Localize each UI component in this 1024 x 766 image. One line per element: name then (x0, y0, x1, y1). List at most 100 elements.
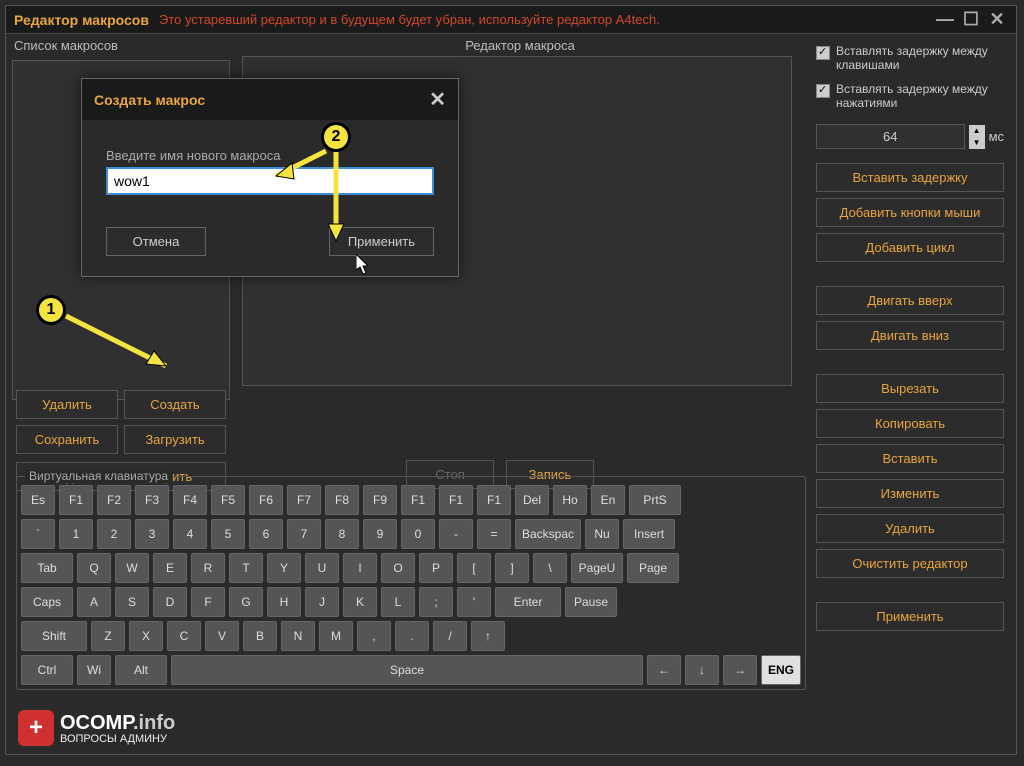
load-button[interactable]: Загрузить (124, 425, 226, 454)
key-f4[interactable]: F4 (173, 485, 207, 515)
save-button[interactable]: Сохранить (16, 425, 118, 454)
move-down-button[interactable]: Двигать вниз (816, 321, 1004, 350)
key-n[interactable]: N (281, 621, 315, 651)
edit-button[interactable]: Изменить (816, 479, 1004, 508)
key-d[interactable]: D (153, 587, 187, 617)
key-prts[interactable]: PrtS (629, 485, 681, 515)
key-r[interactable]: R (191, 553, 225, 583)
key-\[interactable]: \ (533, 553, 567, 583)
checkbox-icon[interactable] (816, 84, 830, 98)
key-f9[interactable]: F9 (363, 485, 397, 515)
key-eng[interactable]: ENG (761, 655, 801, 685)
key-t[interactable]: T (229, 553, 263, 583)
maximize-icon[interactable]: ☐ (960, 9, 982, 31)
key-w[interactable]: W (115, 553, 149, 583)
key-9[interactable]: 9 (363, 519, 397, 549)
key-8[interactable]: 8 (325, 519, 359, 549)
key-f1[interactable]: F1 (439, 485, 473, 515)
key-f[interactable]: F (191, 587, 225, 617)
key-caps[interactable]: Caps (21, 587, 73, 617)
key-z[interactable]: Z (91, 621, 125, 651)
key-1[interactable]: 1 (59, 519, 93, 549)
key-i[interactable]: I (343, 553, 377, 583)
key-][interactable]: ] (495, 553, 529, 583)
clear-editor-button[interactable]: Очистить редактор (816, 549, 1004, 578)
key-insert[interactable]: Insert (623, 519, 675, 549)
key-j[interactable]: J (305, 587, 339, 617)
key-0[interactable]: 0 (401, 519, 435, 549)
key-h[interactable]: H (267, 587, 301, 617)
key-↑[interactable]: ↑ (471, 621, 505, 651)
key-a[interactable]: A (77, 587, 111, 617)
key-en[interactable]: En (591, 485, 625, 515)
key-ctrl[interactable]: Ctrl (21, 655, 73, 685)
delete-item-button[interactable]: Удалить (816, 514, 1004, 543)
create-button[interactable]: Создать (124, 390, 226, 419)
add-mouse-button[interactable]: Добавить кнопки мыши (816, 198, 1004, 227)
key-f7[interactable]: F7 (287, 485, 321, 515)
key-f1[interactable]: F1 (401, 485, 435, 515)
key-m[interactable]: M (319, 621, 353, 651)
key-7[interactable]: 7 (287, 519, 321, 549)
spinner-down-icon[interactable]: ▼ (969, 137, 985, 149)
key-b[interactable]: B (243, 621, 277, 651)
key--[interactable]: - (439, 519, 473, 549)
key-5[interactable]: 5 (211, 519, 245, 549)
key-'[interactable]: ' (457, 587, 491, 617)
key-k[interactable]: K (343, 587, 377, 617)
apply-button[interactable]: Применить (816, 602, 1004, 631)
key-shift[interactable]: Shift (21, 621, 87, 651)
key-=[interactable]: = (477, 519, 511, 549)
insert-delay-button[interactable]: Вставить задержку (816, 163, 1004, 192)
key-2[interactable]: 2 (97, 519, 131, 549)
close-icon[interactable]: ✕ (986, 9, 1008, 31)
key-page[interactable]: Page (627, 553, 679, 583)
key-c[interactable]: C (167, 621, 201, 651)
dialog-cancel-button[interactable]: Отмена (106, 227, 206, 256)
key-tab[interactable]: Tab (21, 553, 73, 583)
delay-value-input[interactable]: 64 (816, 124, 965, 149)
key-[[interactable]: [ (457, 553, 491, 583)
key-space[interactable]: Space (171, 655, 643, 685)
key-v[interactable]: V (205, 621, 239, 651)
dialog-close-icon[interactable]: ✕ (429, 87, 446, 112)
key-e[interactable]: E (153, 553, 187, 583)
key-f5[interactable]: F5 (211, 485, 245, 515)
key-pause[interactable]: Pause (565, 587, 617, 617)
key-f6[interactable]: F6 (249, 485, 283, 515)
key-↓[interactable]: ↓ (685, 655, 719, 685)
key-g[interactable]: G (229, 587, 263, 617)
key-s[interactable]: S (115, 587, 149, 617)
key-del[interactable]: Del (515, 485, 549, 515)
move-up-button[interactable]: Двигать вверх (816, 286, 1004, 315)
key-4[interactable]: 4 (173, 519, 207, 549)
key-nu[interactable]: Nu (585, 519, 619, 549)
key-u[interactable]: U (305, 553, 339, 583)
key-q[interactable]: Q (77, 553, 111, 583)
minimize-icon[interactable]: — (934, 9, 956, 31)
key-es[interactable]: Es (21, 485, 55, 515)
add-loop-button[interactable]: Добавить цикл (816, 233, 1004, 262)
paste-button[interactable]: Вставить (816, 444, 1004, 473)
key-backspac[interactable]: Backspac (515, 519, 581, 549)
key-,[interactable]: , (357, 621, 391, 651)
key-3[interactable]: 3 (135, 519, 169, 549)
key-o[interactable]: O (381, 553, 415, 583)
key-/[interactable]: / (433, 621, 467, 651)
key-x[interactable]: X (129, 621, 163, 651)
key-alt[interactable]: Alt (115, 655, 167, 685)
key-enter[interactable]: Enter (495, 587, 561, 617)
key-p[interactable]: P (419, 553, 453, 583)
key-.[interactable]: . (395, 621, 429, 651)
key-wi[interactable]: Wi (77, 655, 111, 685)
key-f8[interactable]: F8 (325, 485, 359, 515)
copy-button[interactable]: Копировать (816, 409, 1004, 438)
spinner-up-icon[interactable]: ▲ (969, 125, 985, 137)
delete-button[interactable]: Удалить (16, 390, 118, 419)
key-y[interactable]: Y (267, 553, 301, 583)
key-pageu[interactable]: PageU (571, 553, 623, 583)
key-l[interactable]: L (381, 587, 415, 617)
key-f3[interactable]: F3 (135, 485, 169, 515)
checkbox-icon[interactable] (816, 46, 830, 60)
key-f1[interactable]: F1 (477, 485, 511, 515)
